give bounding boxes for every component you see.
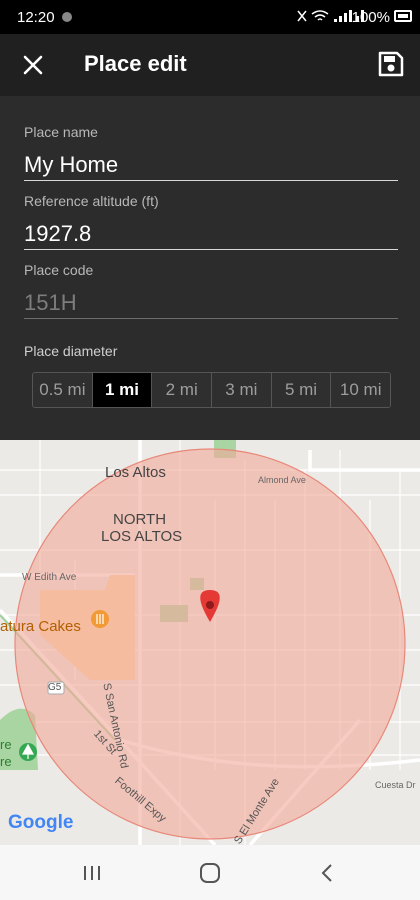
status-time: 12:20 [17, 9, 55, 26]
close-icon [23, 55, 43, 75]
diameter-option-10mi[interactable]: 10 mi [331, 373, 390, 407]
google-logo: Google [8, 812, 74, 833]
map-label-park-1: re [0, 737, 12, 752]
save-icon [378, 51, 404, 77]
home-icon [200, 863, 220, 883]
place-name-input[interactable] [24, 150, 398, 181]
back-button[interactable] [316, 861, 340, 885]
map-label-cuesta: Cuesta Dr [375, 780, 416, 790]
map-label-los-altos: Los Altos [105, 464, 166, 481]
map-label-edith-ave: W Edith Ave [22, 572, 77, 583]
save-button[interactable] [376, 49, 406, 79]
diameter-option-5mi[interactable]: 5 mi [271, 373, 332, 407]
close-button[interactable] [18, 50, 48, 80]
recents-button[interactable] [80, 861, 104, 885]
ref-altitude-input[interactable] [24, 219, 398, 250]
notification-icon [62, 12, 72, 22]
diameter-selector: 0.5 mi 1 mi 2 mi 3 mi 5 mi 10 mi [32, 372, 391, 408]
map-label-almond-ave: Almond Ave [258, 475, 306, 485]
recents-icon [84, 866, 100, 880]
app-bar: Place edit [0, 34, 420, 96]
home-button[interactable] [198, 861, 222, 885]
back-icon [321, 864, 332, 882]
map-view[interactable]: Los Altos NORTH LOS ALTOS Almond Ave W E… [0, 440, 420, 845]
ref-altitude-label: Reference altitude (ft) [24, 193, 159, 209]
place-radius-circle [14, 448, 406, 840]
place-code-input [24, 288, 398, 319]
place-code-label: Place code [24, 262, 94, 278]
page-title: Place edit [84, 51, 187, 76]
place-form: Place name Reference altitude (ft) Place… [0, 96, 420, 440]
map-label-north: NORTH [113, 511, 167, 528]
diameter-option-1mi[interactable]: 1 mi [92, 373, 153, 407]
battery-icon [394, 10, 412, 22]
diameter-option-0-5mi[interactable]: 0.5 mi [33, 373, 93, 407]
place-diameter-label: Place diameter [24, 343, 118, 359]
system-nav-bar [0, 845, 420, 900]
status-bar: 12:20 100% [0, 0, 420, 34]
map-graphics [0, 440, 420, 845]
map-label-g5: G5 [48, 682, 62, 693]
battery-percent: 100% [351, 9, 390, 26]
map-label-los-altos-2: LOS ALTOS [101, 528, 183, 545]
diameter-option-2mi[interactable]: 2 mi [152, 373, 213, 407]
map-label-fatura-cakes: atura Cakes [0, 618, 81, 635]
map-label-park-2: re [0, 754, 12, 769]
diameter-option-3mi[interactable]: 3 mi [212, 373, 272, 407]
place-name-label: Place name [24, 124, 98, 140]
